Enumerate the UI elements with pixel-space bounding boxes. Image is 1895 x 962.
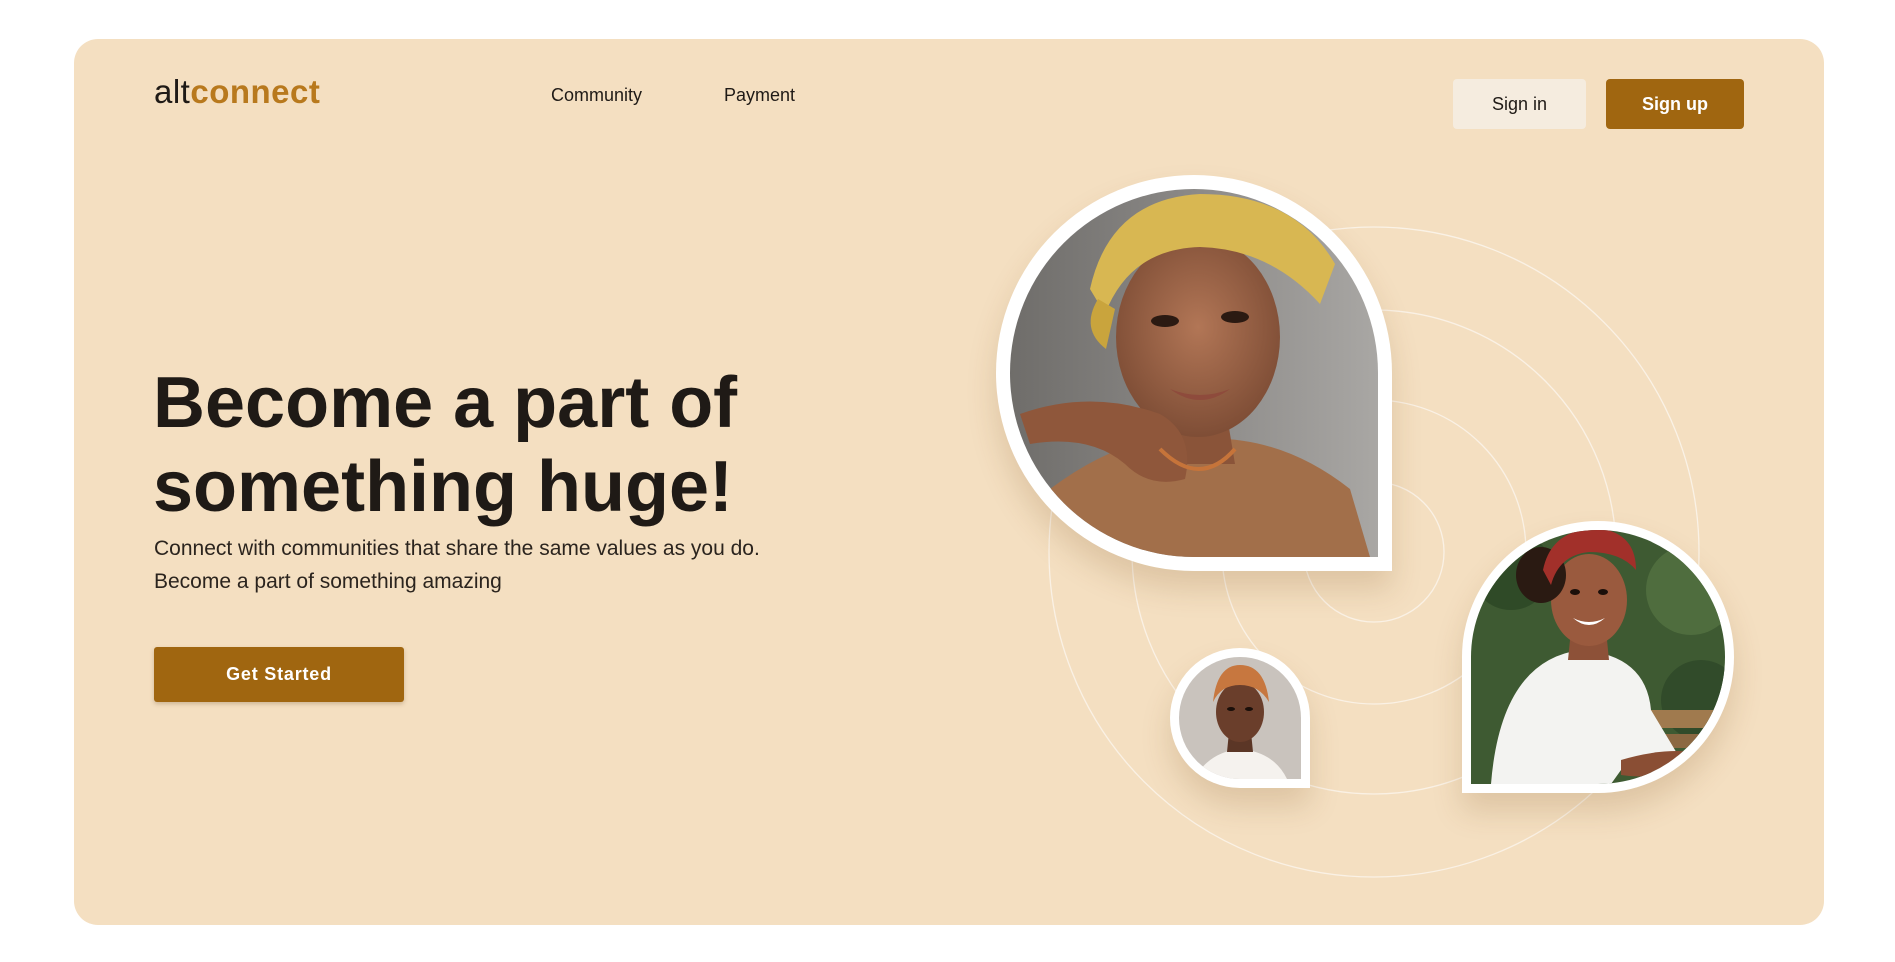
sign-in-label: Sign in: [1491, 93, 1548, 114]
sign-up-label: Sign up: [1642, 93, 1708, 114]
get-started-label: Get Started: [226, 664, 332, 684]
sign-in-button[interactable]: Sign in: [1453, 79, 1586, 129]
portrait-right-image: [1471, 530, 1725, 784]
hero-headline-line-1: Become a part of: [153, 363, 738, 443]
hero-headline-line-2: something huge!: [153, 447, 733, 527]
brand-logo-accent: connect: [190, 73, 321, 110]
hero-headline: Become a part of something huge!: [153, 361, 853, 529]
portrait-large-image: [1010, 189, 1378, 557]
hero-section: altconnect Community Payment Sign in Sig…: [74, 39, 1824, 925]
brand-logo-prefix: alt: [154, 73, 191, 110]
hero-subtext: Connect with communities that share the …: [154, 532, 854, 598]
nav-link-community[interactable]: Community: [551, 85, 642, 106]
hero-subtext-line-1: Connect with communities that share the …: [154, 537, 760, 560]
brand-logo[interactable]: altconnect: [154, 73, 320, 111]
get-started-button[interactable]: Get Started: [154, 647, 404, 702]
sign-up-button[interactable]: Sign up: [1606, 79, 1744, 129]
portrait-right: [1462, 521, 1734, 793]
portrait-large: [996, 175, 1392, 571]
nav-link-payment[interactable]: Payment: [724, 85, 795, 106]
portrait-small-image: [1179, 657, 1301, 779]
portrait-small: [1170, 648, 1310, 788]
hero-subtext-line-2: Become a part of something amazing: [154, 570, 502, 593]
